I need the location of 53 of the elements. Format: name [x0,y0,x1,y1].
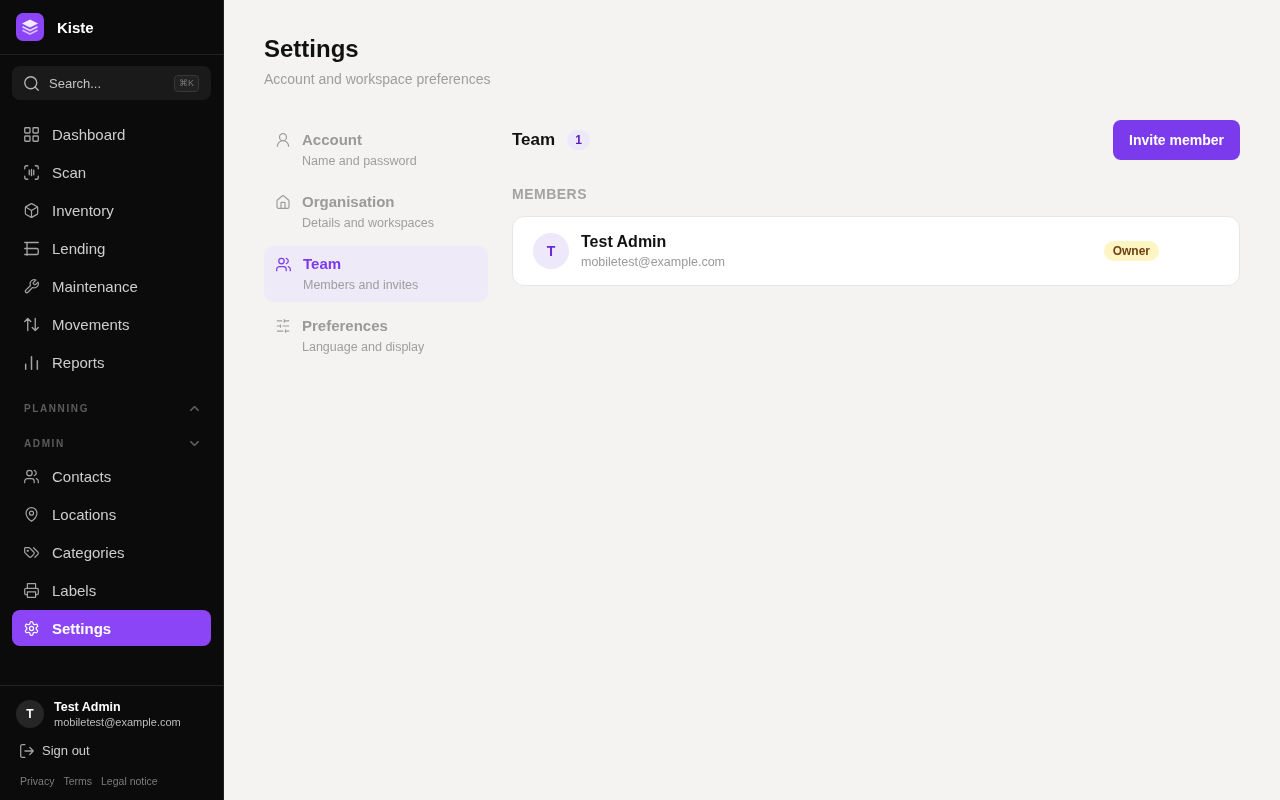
search-icon [24,75,39,91]
sign-out-button[interactable]: Sign out [16,741,94,760]
nav-item[interactable]: Scan [12,154,211,190]
nav-item[interactable]: Categories [12,534,211,570]
user-avatar: T [16,700,44,728]
page-title: Settings [264,35,359,63]
sliders-icon [276,319,290,333]
nav-item[interactable]: Settings [12,610,211,646]
settings-icon [24,620,39,636]
users-icon [24,468,39,484]
nav-item[interactable]: Contacts [12,458,211,494]
members-label: MEMBERS [512,185,588,203]
house-icon [276,195,290,209]
up-down-arrows-icon [24,316,39,332]
scan-icon [24,164,39,180]
sign-out-icon [20,743,34,758]
page-subtitle: Account and workspace preferences [264,70,491,88]
nav-item[interactable]: Reports [12,344,211,380]
map-pin-icon [24,506,39,522]
wrench-icon [24,278,39,294]
users-icon [276,257,291,272]
grid-icon [24,126,39,142]
nav-item[interactable]: Movements [12,306,211,342]
app-name: Kiste [57,18,94,36]
search-field[interactable]: Search... ⌘K [12,66,211,100]
settings-nav-item[interactable]: Team Members and invites [264,246,488,302]
logo-icon [16,13,44,41]
footer-link[interactable]: Legal notice [101,775,158,787]
member-name: Test Admin [581,232,667,252]
section-title: Team [512,130,556,150]
nav-item[interactable]: Dashboard [12,116,211,152]
printer-icon [24,582,39,598]
user-icon [276,133,290,147]
nav-item[interactable]: Labels [12,572,211,608]
footer-link[interactable]: Terms [63,775,93,787]
member-email: mobiletest@example.com [581,254,725,270]
search-input[interactable]: Search... [49,74,164,92]
count-badge: 1 [567,130,590,150]
user-name: Test Admin [54,700,121,714]
nav-item[interactable]: Locations [12,496,211,532]
role-badge: Owner [1103,241,1159,261]
nav-item[interactable]: Lending [12,230,211,266]
nav-item[interactable]: Maintenance [12,268,211,304]
nav-item[interactable]: Inventory [12,192,211,228]
bar-chart-icon [24,354,39,370]
tags-icon [24,544,39,560]
member-avatar: T [533,233,569,269]
user-email: mobiletest@example.com [54,716,181,728]
shortcut-hint: ⌘K [174,74,199,92]
footer-link[interactable]: Privacy [20,775,55,787]
layout-icon [24,240,39,256]
invite-member-button[interactable]: Invite member [1113,120,1240,160]
cube-icon [24,202,39,218]
